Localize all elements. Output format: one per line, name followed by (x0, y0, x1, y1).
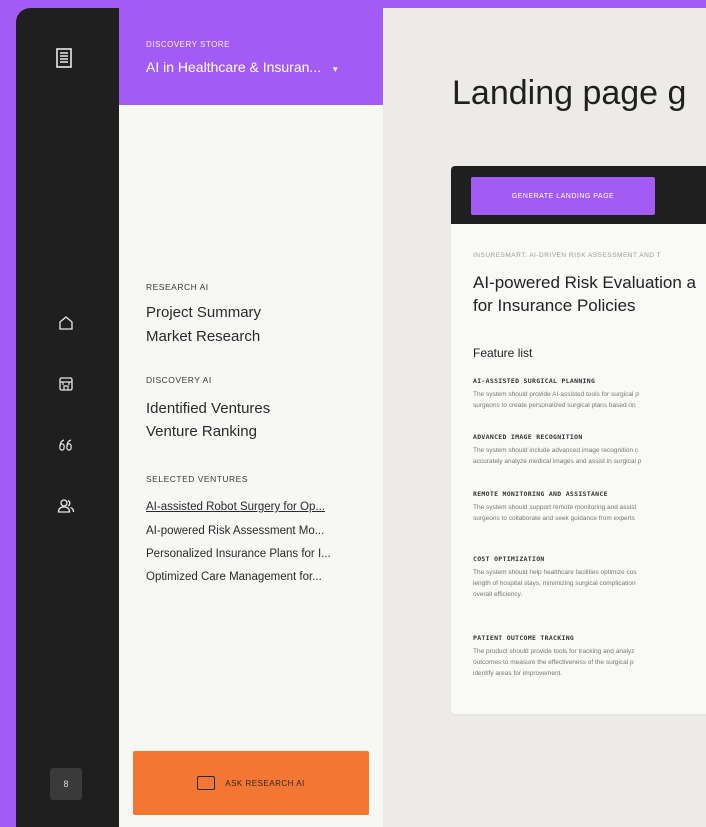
users-icon[interactable] (56, 496, 76, 516)
venture-item[interactable]: AI-assisted Robot Surgery for Op... (146, 497, 325, 517)
feature-desc: The system should include advanced image… (473, 445, 641, 467)
feature-desc-line: The system should include advanced image… (473, 447, 639, 454)
card-heading: AI-powered Risk Evaluation a for Insuran… (473, 271, 696, 317)
chevron-down-icon[interactable]: ▾ (333, 64, 338, 74)
feature-desc-line: The system should provide AI-assisted to… (473, 391, 639, 398)
icon-rail: 8 (16, 8, 119, 827)
nav-identified-ventures[interactable]: Identified Ventures (146, 397, 270, 421)
feature-item: ADVANCED IMAGE RECOGNITION The system sh… (473, 433, 641, 467)
store-icon[interactable] (56, 374, 76, 394)
store-name[interactable]: AI in Healthcare & Insuran... ▾ (146, 59, 383, 75)
app-window: 8 DISCOVERY STORE AI in Healthcare & Ins… (16, 8, 706, 827)
landing-page-card: GENERATE LANDING PAGE INSURESMART: AI-DR… (451, 166, 706, 714)
breadcrumb: INSURESMART: AI-DRIVEN RISK ASSESSMENT A… (473, 252, 662, 259)
card-toolbar: GENERATE LANDING PAGE (451, 166, 706, 224)
feature-desc: The product should provide tools for tra… (473, 646, 635, 679)
feature-title: ADVANCED IMAGE RECOGNITION (473, 433, 583, 441)
ask-research-ai-button[interactable]: ASK RESEARCH AI (133, 751, 369, 815)
feature-item: PATIENT OUTCOME TRACKING The product sho… (473, 634, 635, 679)
venture-item[interactable]: Optimized Care Management for... (146, 567, 322, 587)
feature-list-label: Feature list (473, 346, 533, 360)
feature-desc-line: identify areas for improvement. (473, 670, 563, 677)
research-ai-label: RESEARCH AI (146, 282, 209, 292)
feature-desc-line: surgeons to collaborate and seek guidanc… (473, 515, 635, 522)
venture-item[interactable]: AI-powered Risk Assessment Mo... (146, 521, 324, 541)
feature-desc-line: The product should provide tools for tra… (473, 648, 635, 655)
store-name-text: AI in Healthcare & Insuran... (146, 59, 322, 75)
feature-desc-line: accurately analyze medical images and as… (473, 458, 642, 465)
quote-icon[interactable] (56, 435, 76, 455)
page-title: Landing page g (452, 74, 687, 112)
nav-venture-ranking[interactable]: Venture Ranking (146, 420, 257, 444)
feature-title: PATIENT OUTCOME TRACKING (473, 634, 575, 642)
ask-research-ai-label: ASK RESEARCH AI (225, 778, 305, 788)
feature-desc: The system should support remote monitor… (473, 502, 636, 524)
card-heading-line: for Insurance Policies (473, 296, 636, 315)
chat-icon (197, 776, 216, 790)
feature-desc: The system should provide AI-assisted to… (473, 389, 639, 411)
feature-desc-line: overall efficiency. (473, 591, 523, 598)
version-badge[interactable]: 8 (50, 768, 82, 800)
venture-item[interactable]: Personalized Insurance Plans for I... (146, 544, 331, 564)
card-heading-line: AI-powered Risk Evaluation a (473, 273, 697, 292)
main-content: Landing page g GENERATE LANDING PAGE INS… (383, 8, 706, 827)
nav-market-research[interactable]: Market Research (146, 325, 260, 349)
feature-title: AI-ASSISTED SURGICAL PLANNING (473, 377, 596, 385)
feature-desc-line: The system should support remote monitor… (473, 504, 637, 511)
logo-icon (56, 48, 72, 68)
sidebar: DISCOVERY STORE AI in Healthcare & Insur… (119, 8, 383, 827)
discovery-ai-label: DISCOVERY AI (146, 375, 212, 385)
selected-ventures-label: SELECTED VENTURES (146, 474, 249, 484)
feature-desc-line: outcomes to measure the effectiveness of… (473, 659, 634, 666)
feature-title: COST OPTIMIZATION (473, 555, 545, 563)
store-selector[interactable]: DISCOVERY STORE AI in Healthcare & Insur… (119, 8, 383, 105)
feature-item: COST OPTIMIZATION The system should help… (473, 555, 637, 600)
store-label: DISCOVERY STORE (146, 40, 230, 49)
feature-item: REMOTE MONITORING AND ASSISTANCE The sys… (473, 490, 636, 524)
nav-project-summary[interactable]: Project Summary (146, 301, 261, 325)
feature-desc: The system should help healthcare facili… (473, 567, 637, 600)
feature-desc-line: length of hospital stays, minimizing sur… (473, 580, 636, 587)
feature-desc-line: The system should help healthcare facili… (473, 569, 637, 576)
generate-landing-page-button[interactable]: GENERATE LANDING PAGE (471, 177, 655, 215)
feature-title: REMOTE MONITORING AND ASSISTANCE (473, 490, 608, 498)
feature-item: AI-ASSISTED SURGICAL PLANNING The system… (473, 377, 639, 411)
home-icon[interactable] (56, 313, 76, 333)
feature-desc-line: surgeons to create personalized surgical… (473, 402, 636, 409)
